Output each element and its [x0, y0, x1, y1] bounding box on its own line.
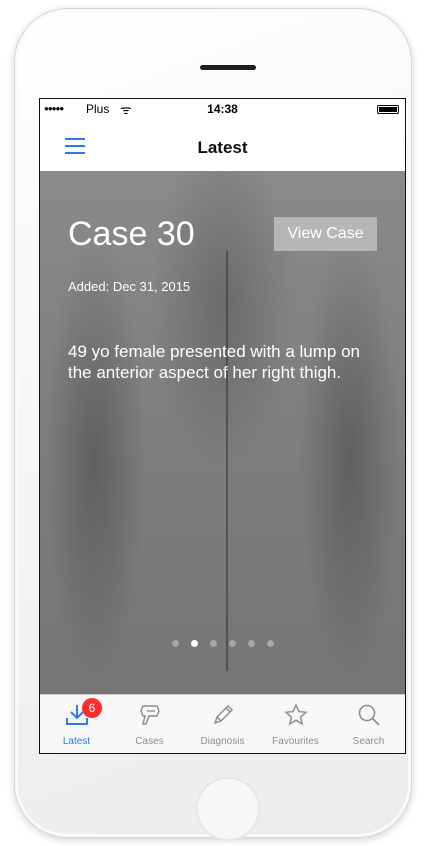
- tab-latest[interactable]: 6 Latest: [40, 695, 113, 753]
- page-dot[interactable]: [209, 640, 217, 647]
- status-time: 14:38: [207, 102, 238, 116]
- tab-diagnosis[interactable]: Diagnosis: [186, 695, 259, 753]
- case-title: Case 30: [68, 215, 195, 253]
- phone-speaker: [200, 65, 256, 70]
- case-card[interactable]: Case 30 View Case Added: Dec 31, 2015 49…: [40, 171, 405, 694]
- status-bar: ●●●●● Plus ᯤ 14:38: [40, 99, 405, 121]
- case-description: 49 yo female presented with a lump on th…: [68, 342, 361, 382]
- home-button[interactable]: [196, 777, 260, 841]
- page-dot[interactable]: [190, 640, 198, 647]
- page-title: Latest: [197, 138, 248, 157]
- tab-bar: 6 Latest Cases Diagnosis Favourites Sear…: [40, 694, 405, 753]
- notification-badge: 6: [82, 698, 102, 718]
- tab-cases[interactable]: Cases: [113, 695, 186, 753]
- app-screen: ●●●●● Plus ᯤ 14:38 Latest Case 30 View C…: [39, 98, 406, 754]
- tab-favourites[interactable]: Favourites: [259, 695, 332, 753]
- search-icon: [358, 704, 380, 726]
- tab-search[interactable]: Search: [332, 695, 405, 753]
- view-case-button[interactable]: View Case: [274, 217, 377, 251]
- page-indicator[interactable]: [40, 640, 405, 647]
- tab-label: Favourites: [272, 736, 319, 747]
- xray-image-detail: [226, 251, 228, 671]
- pencil-icon: [213, 704, 234, 725]
- page-dot[interactable]: [171, 640, 179, 647]
- tab-label: Cases: [135, 736, 164, 747]
- tab-label: Diagnosis: [200, 736, 245, 747]
- page-dot[interactable]: [228, 640, 236, 647]
- navigation-bar: Latest: [40, 121, 405, 171]
- tab-label: Search: [352, 736, 385, 747]
- star-icon: [284, 703, 308, 726]
- page-dot[interactable]: [266, 640, 274, 647]
- battery-icon: [377, 105, 399, 114]
- page-dot[interactable]: [247, 640, 255, 647]
- tab-label: Latest: [62, 736, 91, 747]
- case-added-date: Added: Dec 31, 2015: [68, 279, 191, 294]
- cases-icon: [140, 705, 160, 725]
